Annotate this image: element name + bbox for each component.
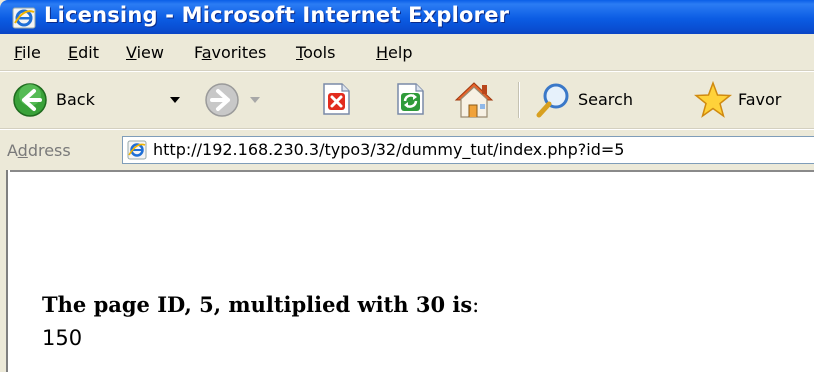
menu-tools[interactable]: Tools [296,43,335,62]
menu-bar: File Edit View Favorites Tools Help [0,34,814,71]
stop-icon [323,83,350,115]
standard-toolbar: Back Search Favor [0,71,814,129]
result-heading-text: The page ID, 5, multiplied with 30 is [42,292,473,317]
forward-button[interactable] [200,78,266,122]
favorites-label: Favor [738,90,782,109]
page-content [0,170,814,374]
title-bar[interactable]: Licensing - Microsoft Internet Explorer [0,0,814,34]
result-value: 150 [42,326,83,350]
internet-explorer-icon [12,7,36,29]
favorites-star-icon [694,81,732,118]
forward-dropdown-icon [250,97,260,103]
menu-help[interactable]: Help [376,43,412,62]
home-button[interactable] [452,78,496,122]
home-icon [454,82,494,118]
page-icon [127,140,147,160]
browser-window: Licensing - Microsoft Internet Explorer … [0,0,814,374]
result-heading: The page ID, 5, multiplied with 30 is: [42,292,480,317]
menu-file[interactable]: File [14,43,41,62]
favorites-button[interactable]: Favor [690,78,814,122]
window-title: Licensing - Microsoft Internet Explorer [44,3,510,27]
forward-arrow-icon [205,83,239,117]
menu-edit[interactable]: Edit [68,43,99,62]
dropdown-arrow-icon[interactable] [170,97,180,103]
menu-favorites[interactable]: Favorites [194,43,266,62]
address-label: Address [7,141,71,160]
toolbar-separator [518,82,519,118]
search-button[interactable]: Search [532,78,680,122]
content-left-border [0,170,10,372]
back-button[interactable]: Back [8,78,188,122]
back-arrow-icon [13,83,47,117]
back-label: Back [56,90,95,109]
search-label: Search [578,90,633,109]
menu-view[interactable]: View [126,43,164,62]
search-icon [536,83,569,118]
address-input[interactable]: http://192.168.230.3/typo3/32/dummy_tut/… [122,136,814,164]
refresh-button[interactable] [392,81,430,119]
stop-button[interactable] [318,81,356,119]
address-bar: Address http://192.168.230.3/typo3/32/du… [0,129,814,170]
refresh-icon [397,83,424,115]
address-url: http://192.168.230.3/typo3/32/dummy_tut/… [153,140,625,159]
